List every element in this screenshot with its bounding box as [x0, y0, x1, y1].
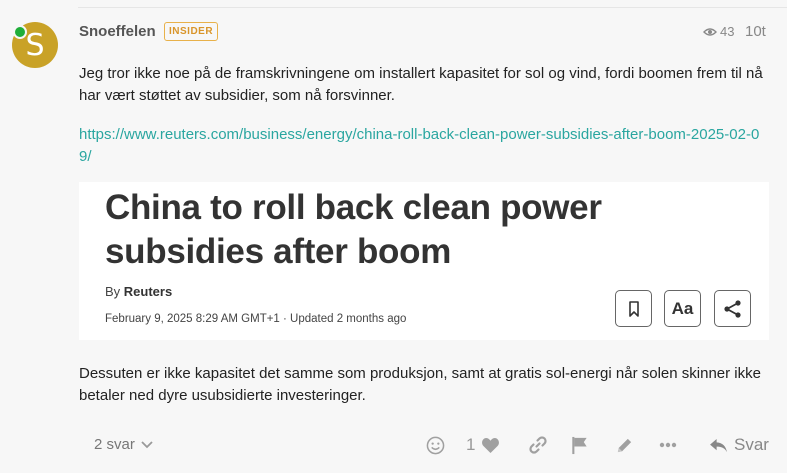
link-preview-card[interactable]: China to roll back clean power subsidies…: [79, 182, 769, 340]
more-button[interactable]: [659, 432, 677, 458]
share-icon: [723, 299, 741, 318]
bookmark-icon: [628, 300, 639, 317]
link-icon: [529, 436, 547, 454]
reply-icon: [710, 438, 727, 452]
reply-label: Svar: [734, 435, 769, 454]
copy-link-button[interactable]: [528, 432, 548, 458]
share-button[interactable]: [714, 290, 751, 327]
user-badge: INSIDER: [164, 22, 219, 41]
byline-prefix: By: [105, 284, 121, 299]
replies-count: 2 svar: [94, 436, 135, 453]
like-count: 1: [466, 435, 476, 454]
edit-button[interactable]: [615, 432, 634, 458]
flag-icon: [572, 436, 587, 454]
bookmark-button[interactable]: [615, 290, 652, 327]
eye-icon: [703, 27, 717, 36]
reply-button[interactable]: Svar: [709, 432, 769, 458]
divider: [78, 7, 787, 8]
post-paragraph-1: Jeg tror ikke noe på de framskrivningene…: [79, 65, 763, 104]
post-time[interactable]: 10t: [745, 23, 766, 40]
pencil-icon: [617, 438, 632, 452]
heart-icon: [482, 437, 500, 453]
replies-toggle[interactable]: 2 svar: [94, 436, 153, 453]
byline-author[interactable]: Reuters: [124, 284, 172, 299]
card-byline: By Reuters: [105, 284, 172, 299]
more-icon: [659, 442, 677, 448]
smile-icon: [426, 436, 445, 454]
flag-button[interactable]: [571, 432, 589, 458]
reaction-button[interactable]: [426, 432, 445, 458]
chevron-down-icon: [141, 440, 153, 448]
card-dateline: February 9, 2025 8:29 AM GMT+1 · Updated…: [105, 313, 407, 325]
online-indicator: [13, 25, 27, 39]
post-paragraph-2: Dessuten er ikke kapasitet det samme som…: [79, 365, 761, 404]
like-button[interactable]: 1: [466, 432, 500, 458]
article-link[interactable]: https://www.reuters.com/business/energy/…: [79, 124, 769, 168]
view-count: 43: [703, 24, 734, 39]
avatar-letter: S: [25, 27, 45, 63]
card-title[interactable]: China to roll back clean power subsidies…: [105, 186, 755, 274]
view-count-value: 43: [720, 24, 735, 39]
font-size-button[interactable]: Aa: [664, 290, 701, 327]
username[interactable]: Snoeffelen: [79, 23, 156, 40]
